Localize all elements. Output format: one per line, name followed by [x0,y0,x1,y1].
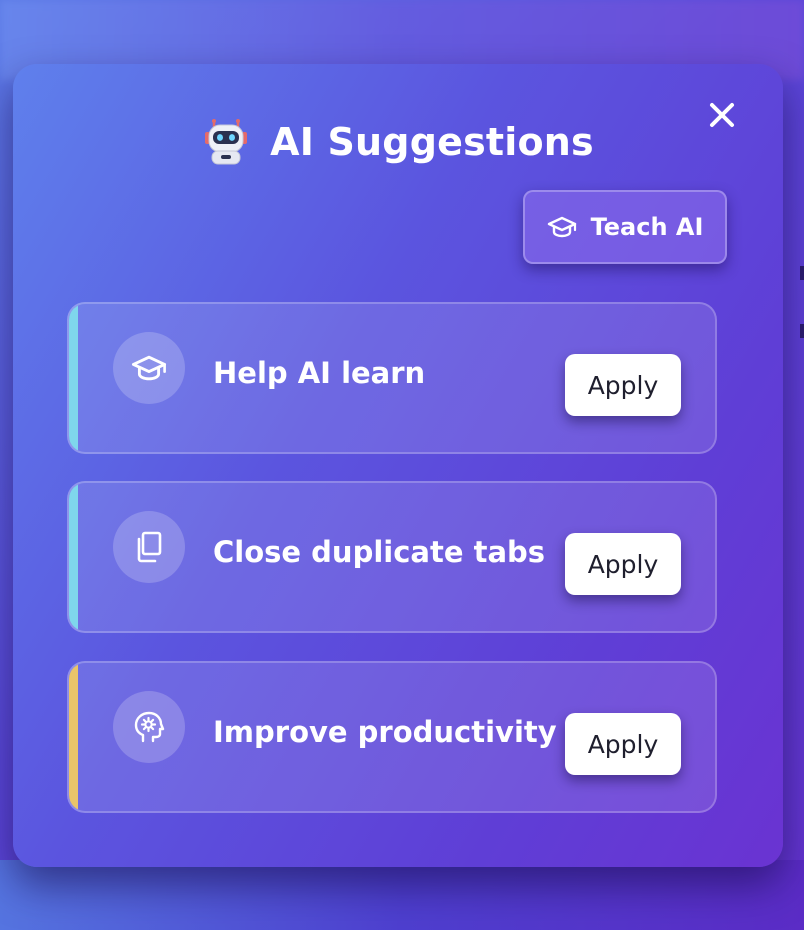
card-accent-bar [69,483,78,631]
suggestion-title: Help AI learn [213,356,426,390]
background-bottom [0,860,804,930]
robot-icon [202,118,250,166]
apply-button[interactable]: Apply [565,713,681,775]
suggestion-title: Improve productivity [213,715,557,749]
graduation-cap-icon [547,216,576,238]
close-button[interactable] [707,100,737,130]
close-icon [710,103,734,127]
apply-button[interactable]: Apply [565,354,681,416]
suggestion-card: Close duplicate tabs Apply [67,481,717,633]
teach-ai-label: Teach AI [590,213,704,241]
suggestion-icon-container [113,332,185,404]
card-accent-bar [69,663,78,811]
ai-suggestions-modal: AI Suggestions Teach AI Help AI learn Ap… [13,64,783,867]
card-accent-bar [69,304,78,452]
modal-header: AI Suggestions [13,116,783,168]
edge-mark [800,324,804,338]
teach-ai-button[interactable]: Teach AI [523,190,727,264]
brain-gear-icon [134,711,165,743]
suggestion-icon-container [113,511,185,583]
modal-title: AI Suggestions [270,120,594,164]
apply-button[interactable]: Apply [565,533,681,595]
suggestion-title: Close duplicate tabs [213,535,546,569]
suggestion-card: Improve productivity Apply [67,661,717,813]
suggestion-icon-container [113,691,185,763]
graduation-cap-icon [131,355,167,381]
edge-mark [800,266,804,280]
copy-icon [137,531,162,563]
suggestion-card: Help AI learn Apply [67,302,717,454]
